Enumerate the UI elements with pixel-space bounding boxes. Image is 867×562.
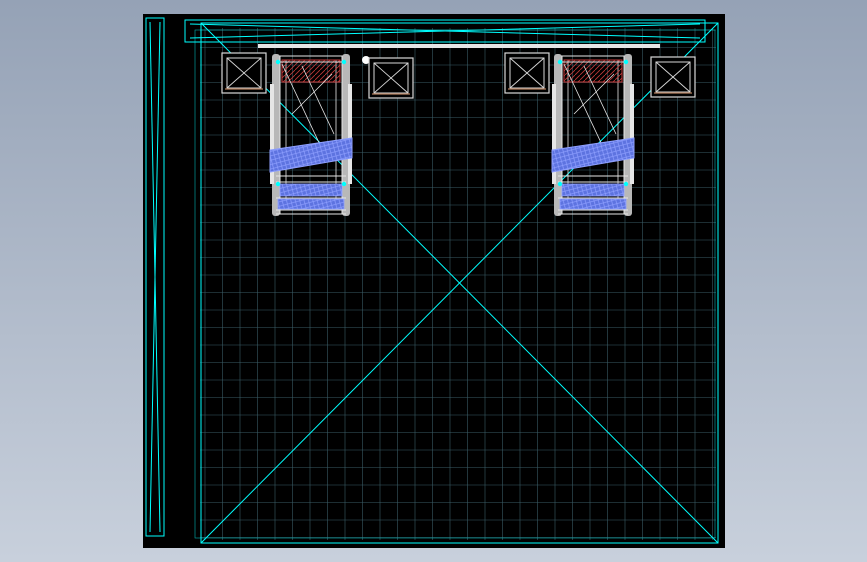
cad-drawing-canvas[interactable]	[0, 0, 867, 562]
machine-bolt	[275, 59, 281, 65]
machine-bolt	[557, 59, 563, 65]
crate-1	[221, 52, 267, 94]
machine-head-hatch	[563, 59, 623, 83]
machine-base-tray	[277, 198, 345, 210]
machine-base-tray	[559, 198, 627, 210]
machine-lower-tray	[561, 183, 625, 197]
machine-bolt	[275, 181, 281, 187]
machine-side-detail	[630, 84, 634, 184]
machine-bolt	[341, 181, 347, 187]
machine-bolt	[341, 59, 347, 65]
machine-bolt	[557, 181, 563, 187]
drawing-sheet	[143, 14, 725, 548]
machine-head-hatch	[281, 59, 341, 83]
crate-4	[650, 56, 696, 98]
machine-side-detail	[348, 84, 352, 184]
crate-2	[368, 57, 414, 99]
top-rail-bar	[258, 44, 660, 48]
machine-bolt	[623, 59, 629, 65]
crate-3	[504, 52, 550, 94]
machine-bolt	[623, 181, 629, 187]
cad-viewport[interactable]	[0, 0, 867, 562]
machine-lower-tray	[279, 183, 343, 197]
